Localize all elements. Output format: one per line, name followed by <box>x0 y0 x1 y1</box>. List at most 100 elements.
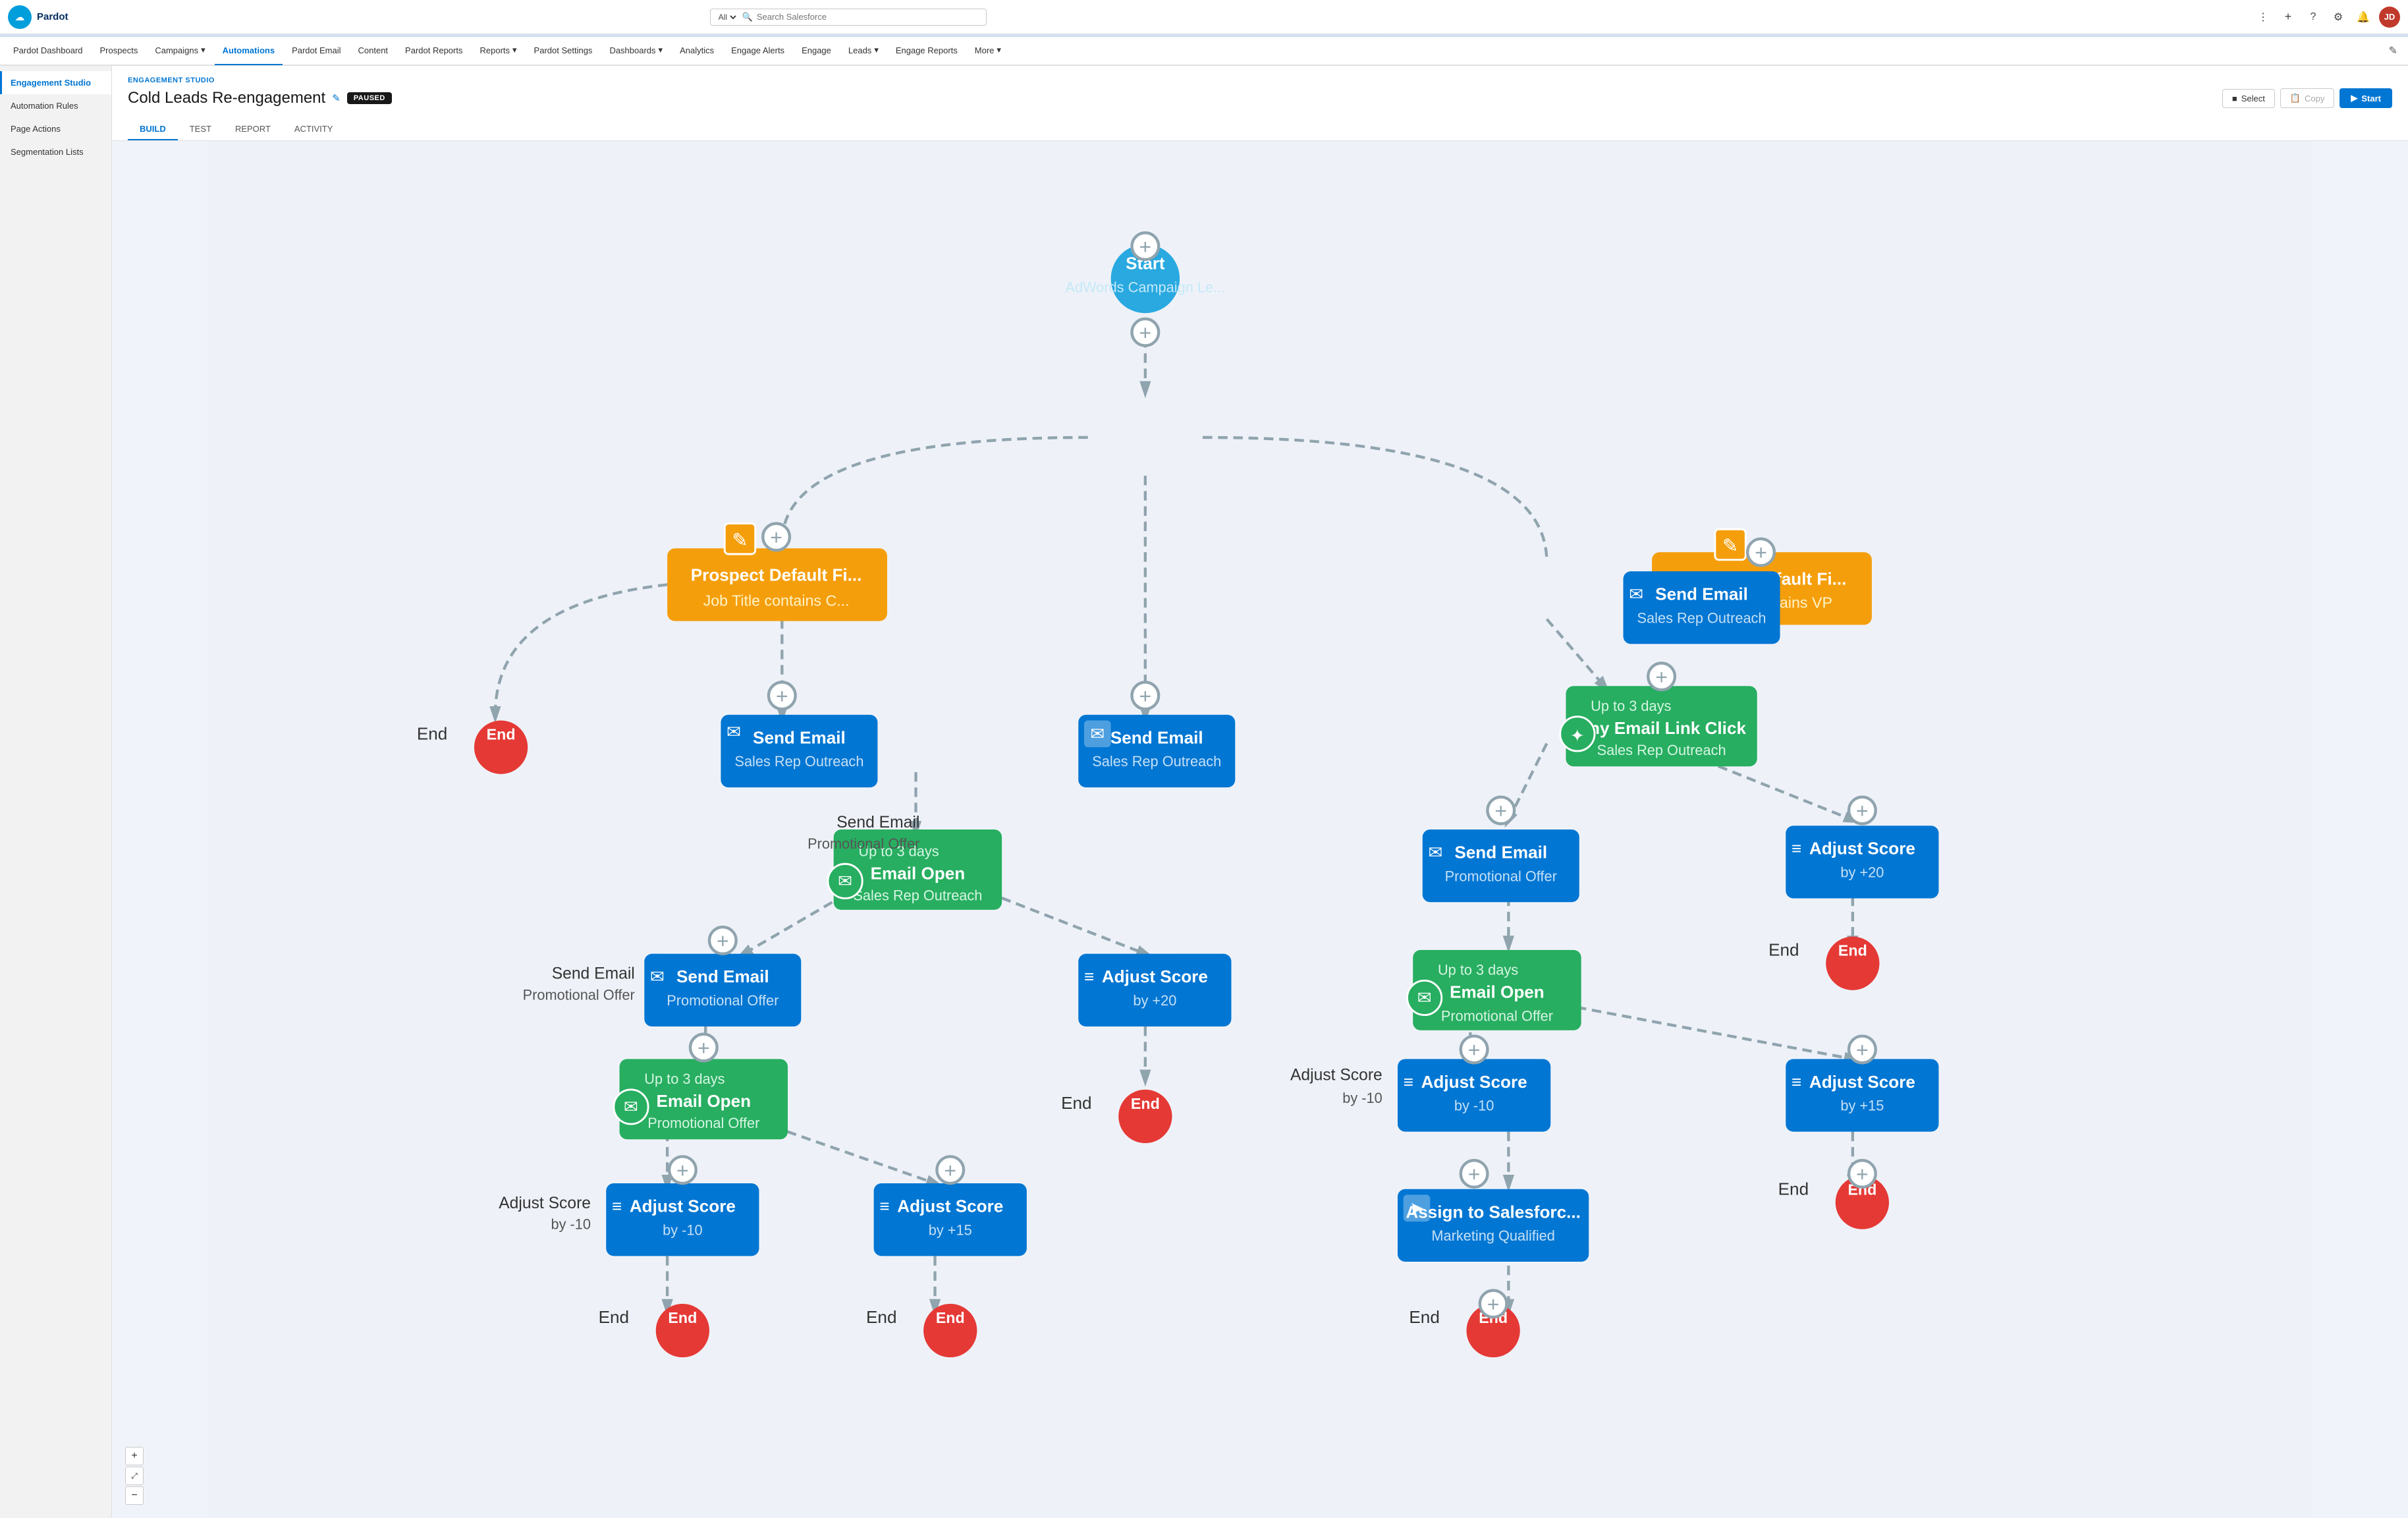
help-icon[interactable]: ? <box>2304 8 2322 26</box>
svg-text:End: End <box>1409 1307 1439 1327</box>
header-actions: ■ Select 📋 Copy ▶ Start <box>2222 88 2392 108</box>
svg-text:Assign to Salesforc...: Assign to Salesforc... <box>1406 1202 1581 1222</box>
svg-text:End: End <box>1838 942 1867 959</box>
tab-report[interactable]: REPORT <box>223 119 283 140</box>
nav-dashboards[interactable]: Dashboards ▾ <box>601 36 670 65</box>
svg-text:Send Email: Send Email <box>1110 727 1203 747</box>
sidebar-item-automation-rules[interactable]: Automation Rules <box>0 94 111 117</box>
plus-icon[interactable]: + <box>2279 8 2297 26</box>
zoom-controls: + ⤢ − <box>125 1447 144 1505</box>
notifications-icon[interactable]: 🔔 <box>2354 8 2372 26</box>
copy-button[interactable]: 📋 Copy <box>2280 88 2335 108</box>
app-name[interactable]: Pardot <box>37 11 68 22</box>
svg-text:Promotional Offer: Promotional Offer <box>523 986 635 1003</box>
svg-text:+: + <box>1856 1162 1869 1186</box>
salesforce-logo[interactable]: ☁ <box>8 5 32 29</box>
topbar-right: ⋮ + ? ⚙ 🔔 JD <box>2254 7 2400 28</box>
svg-text:Send Email: Send Email <box>1454 843 1547 862</box>
svg-text:Sales Rep Outreach: Sales Rep Outreach <box>1092 753 1221 770</box>
svg-text:✉: ✉ <box>1090 724 1105 744</box>
svg-text:AdWords Campaign Le...: AdWords Campaign Le... <box>1065 279 1225 295</box>
breadcrumb: ENGAGEMENT STUDIO <box>128 76 2392 84</box>
svg-text:≡: ≡ <box>1404 1072 1413 1092</box>
svg-text:➤: ➤ <box>1409 1198 1424 1218</box>
start-play-icon: ▶ <box>2351 93 2357 103</box>
svg-text:✉: ✉ <box>1428 843 1442 862</box>
nav-leads[interactable]: Leads ▾ <box>840 36 887 65</box>
search-scope-select[interactable]: All <box>716 12 738 22</box>
svg-text:✉: ✉ <box>650 967 665 986</box>
svg-text:Job Title contains C...: Job Title contains C... <box>703 592 850 609</box>
title-edit-icon[interactable]: ✎ <box>332 92 341 104</box>
svg-text:by +20: by +20 <box>1840 864 1884 881</box>
svg-text:End: End <box>1778 1179 1809 1198</box>
svg-text:Prospect Default Fi...: Prospect Default Fi... <box>691 565 862 585</box>
reports-dropdown-icon: ▾ <box>512 45 517 55</box>
nav-engage[interactable]: Engage <box>794 36 839 65</box>
nav-content[interactable]: Content <box>350 36 397 65</box>
select-icon: ■ <box>2232 94 2237 103</box>
settings-icon[interactable]: ⚙ <box>2329 8 2347 26</box>
nav-prospects[interactable]: Prospects <box>92 36 146 65</box>
sidebar-item-label: Segmentation Lists <box>11 147 84 157</box>
svg-text:✉: ✉ <box>1629 584 1643 604</box>
svg-text:End: End <box>599 1307 629 1327</box>
svg-text:Adjust Score: Adjust Score <box>897 1196 1003 1216</box>
svg-text:Promotional Offer: Promotional Offer <box>667 992 779 1009</box>
tab-test[interactable]: TEST <box>178 119 223 140</box>
nav-pardot-dashboard[interactable]: Pardot Dashboard <box>5 36 91 65</box>
svg-text:Email Open: Email Open <box>871 863 966 883</box>
nav-automations[interactable]: Automations <box>215 36 283 65</box>
waffle-icon[interactable]: ⋮ <box>2254 8 2272 26</box>
copy-icon: 📋 <box>2290 93 2301 103</box>
svg-text:Send Email: Send Email <box>753 727 846 747</box>
svg-text:+: + <box>1856 1038 1869 1061</box>
nav-engage-reports[interactable]: Engage Reports <box>888 36 966 65</box>
svg-text:Marketing Qualified: Marketing Qualified <box>1431 1227 1555 1244</box>
sidebar-item-page-actions[interactable]: Page Actions <box>0 117 111 140</box>
zoom-in-button[interactable]: + <box>125 1447 144 1465</box>
svg-text:by +15: by +15 <box>1840 1098 1884 1114</box>
nav-analytics[interactable]: Analytics <box>672 36 722 65</box>
svg-text:Adjust Score: Adjust Score <box>1102 967 1208 986</box>
svg-text:Sales Rep Outreach: Sales Rep Outreach <box>1637 610 1766 627</box>
nav-pardot-email[interactable]: Pardot Email <box>284 36 348 65</box>
search-input[interactable] <box>757 12 981 22</box>
svg-text:+: + <box>1755 541 1767 565</box>
svg-text:Adjust Score: Adjust Score <box>1809 1072 1915 1092</box>
sidebar-item-segmentation-lists[interactable]: Segmentation Lists <box>0 140 111 163</box>
svg-text:by -10: by -10 <box>1454 1098 1494 1114</box>
svg-text:+: + <box>770 525 782 549</box>
svg-text:≡: ≡ <box>1792 839 1801 858</box>
svg-text:Sales Rep Outreach: Sales Rep Outreach <box>734 753 863 770</box>
nav-pardot-reports[interactable]: Pardot Reports <box>397 36 470 65</box>
svg-text:+: + <box>1139 235 1152 258</box>
sidebar-item-engagement-studio[interactable]: Engagement Studio <box>0 71 111 94</box>
select-button[interactable]: ■ Select <box>2222 89 2275 108</box>
canvas-area[interactable]: + + + Start AdWords Campaign Le... Prosp… <box>112 141 2408 1518</box>
svg-text:+: + <box>944 1158 956 1182</box>
title-group: Cold Leads Re-engagement ✎ PAUSED <box>128 89 392 107</box>
svg-text:+: + <box>717 929 729 953</box>
svg-text:by +20: by +20 <box>1133 992 1176 1009</box>
nav-campaigns[interactable]: Campaigns ▾ <box>147 36 213 65</box>
nav-more[interactable]: More ▾ <box>967 36 1009 65</box>
zoom-out-button[interactable]: − <box>125 1486 144 1505</box>
tab-activity[interactable]: ACTIVITY <box>283 119 345 140</box>
tab-build[interactable]: BUILD <box>128 119 178 140</box>
start-button[interactable]: ▶ Start <box>2340 88 2392 108</box>
sidebar-item-label: Engagement Studio <box>11 78 91 88</box>
svg-text:Promotional Offer: Promotional Offer <box>807 835 919 852</box>
zoom-fit-button[interactable]: ⤢ <box>125 1467 144 1485</box>
nav-edit-icon[interactable]: ✎ <box>2384 44 2403 57</box>
nav-pardot-settings[interactable]: Pardot Settings <box>526 36 601 65</box>
svg-text:End: End <box>1061 1093 1091 1113</box>
campaigns-dropdown-icon: ▾ <box>201 45 205 55</box>
svg-text:End: End <box>936 1309 965 1326</box>
nav-engage-alerts[interactable]: Engage Alerts <box>723 36 792 65</box>
svg-text:Email Open: Email Open <box>656 1091 751 1111</box>
nav-reports[interactable]: Reports ▾ <box>472 36 524 65</box>
svg-text:Up to 3 days: Up to 3 days <box>1438 962 1518 978</box>
page-header: ENGAGEMENT STUDIO Cold Leads Re-engageme… <box>112 66 2408 141</box>
avatar[interactable]: JD <box>2379 7 2400 28</box>
